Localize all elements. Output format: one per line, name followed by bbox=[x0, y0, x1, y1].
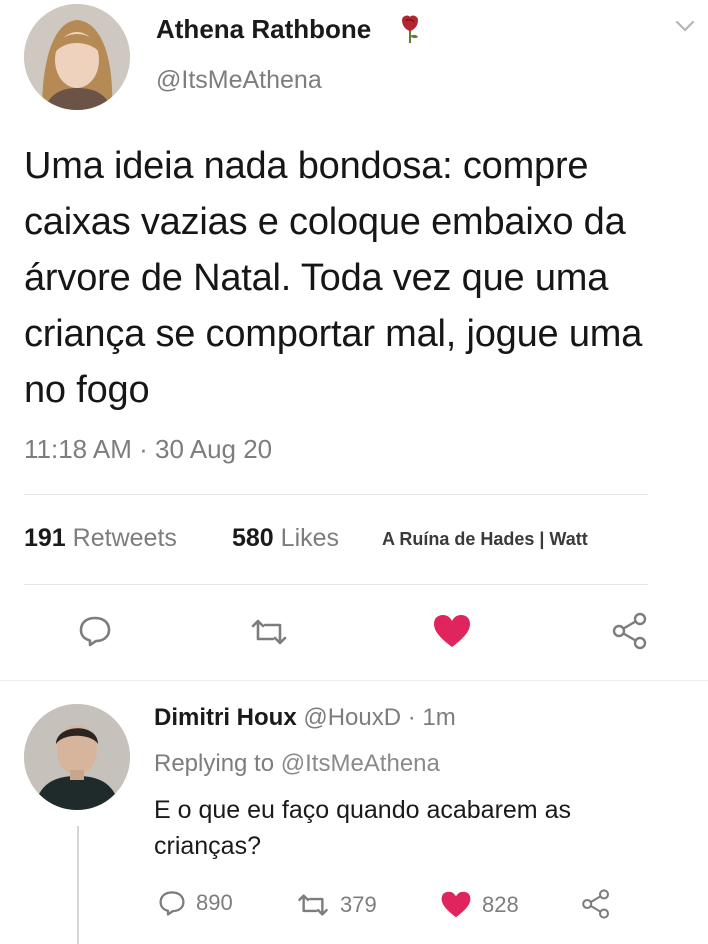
share-icon bbox=[612, 612, 647, 650]
share-button[interactable] bbox=[606, 608, 654, 654]
reply-header: Dimitri Houx @HouxD · 1m bbox=[154, 704, 456, 732]
replying-prefix: Replying to bbox=[154, 750, 275, 777]
reply-like-count: 828 bbox=[482, 891, 519, 917]
reply-author-handle[interactable]: @HouxD bbox=[303, 704, 401, 731]
reply-bubble-icon bbox=[159, 891, 185, 916]
reply-retweet-count: 379 bbox=[340, 892, 377, 917]
reply-button[interactable] bbox=[72, 610, 118, 652]
likes-stat[interactable]: 580 Likes bbox=[232, 524, 339, 553]
author-name[interactable]: Athena Rathbone bbox=[156, 14, 371, 45]
author-handle[interactable]: @ItsMeAthena bbox=[156, 66, 322, 95]
replying-handle-link[interactable]: @ItsMeAthena bbox=[281, 750, 440, 777]
reply-retweet-button[interactable]: 379 bbox=[296, 892, 377, 918]
thread-line bbox=[77, 826, 79, 944]
chevron-down-icon[interactable] bbox=[674, 18, 696, 34]
reply-time[interactable]: · 1m bbox=[408, 704, 456, 731]
reply-bubble-icon bbox=[79, 616, 111, 647]
tweet-timestamp[interactable]: 11:18 AM · 30 Aug 20 bbox=[24, 434, 272, 465]
replying-to: Replying to @ItsMeAthena bbox=[154, 750, 440, 778]
divider-top bbox=[24, 494, 648, 495]
retweet-icon bbox=[251, 619, 287, 645]
likes-count: 580 bbox=[232, 524, 274, 552]
author-avatar[interactable] bbox=[24, 4, 130, 110]
reply-author-avatar[interactable] bbox=[24, 704, 130, 810]
retweet-button[interactable] bbox=[244, 612, 294, 652]
heart-filled-icon bbox=[434, 615, 470, 647]
reply-author-name[interactable]: Dimitri Houx bbox=[154, 704, 297, 731]
divider-bottom bbox=[24, 584, 648, 585]
retweets-label: Retweets bbox=[72, 524, 177, 552]
divider-reply bbox=[0, 680, 708, 681]
reply-text-line-1: E o que eu faço quando acabarem as bbox=[154, 796, 571, 824]
reply-text-line-2: crianças? bbox=[154, 832, 261, 860]
retweet-icon bbox=[298, 894, 328, 916]
likes-label: Likes bbox=[280, 524, 340, 552]
reply-share-button[interactable] bbox=[580, 888, 612, 925]
reply-reply-count: 890 bbox=[196, 890, 233, 915]
reply-like-button[interactable]: 828 bbox=[440, 890, 519, 919]
watermark-text: A Ruína de Hades | Watt bbox=[382, 529, 588, 549]
heart-filled-icon bbox=[441, 891, 471, 918]
share-icon bbox=[582, 889, 610, 919]
retweets-count: 191 bbox=[24, 524, 66, 552]
like-button[interactable] bbox=[428, 610, 476, 652]
reply-text: E o que eu faço quando acabarem as crian… bbox=[154, 792, 571, 864]
retweets-stat[interactable]: 191 Retweets bbox=[24, 524, 177, 553]
reply-reply-button[interactable]: 890 bbox=[158, 890, 233, 916]
tweet-text: Uma ideia nada bondosa: compre caixas va… bbox=[24, 145, 643, 411]
rose-icon bbox=[398, 14, 422, 44]
